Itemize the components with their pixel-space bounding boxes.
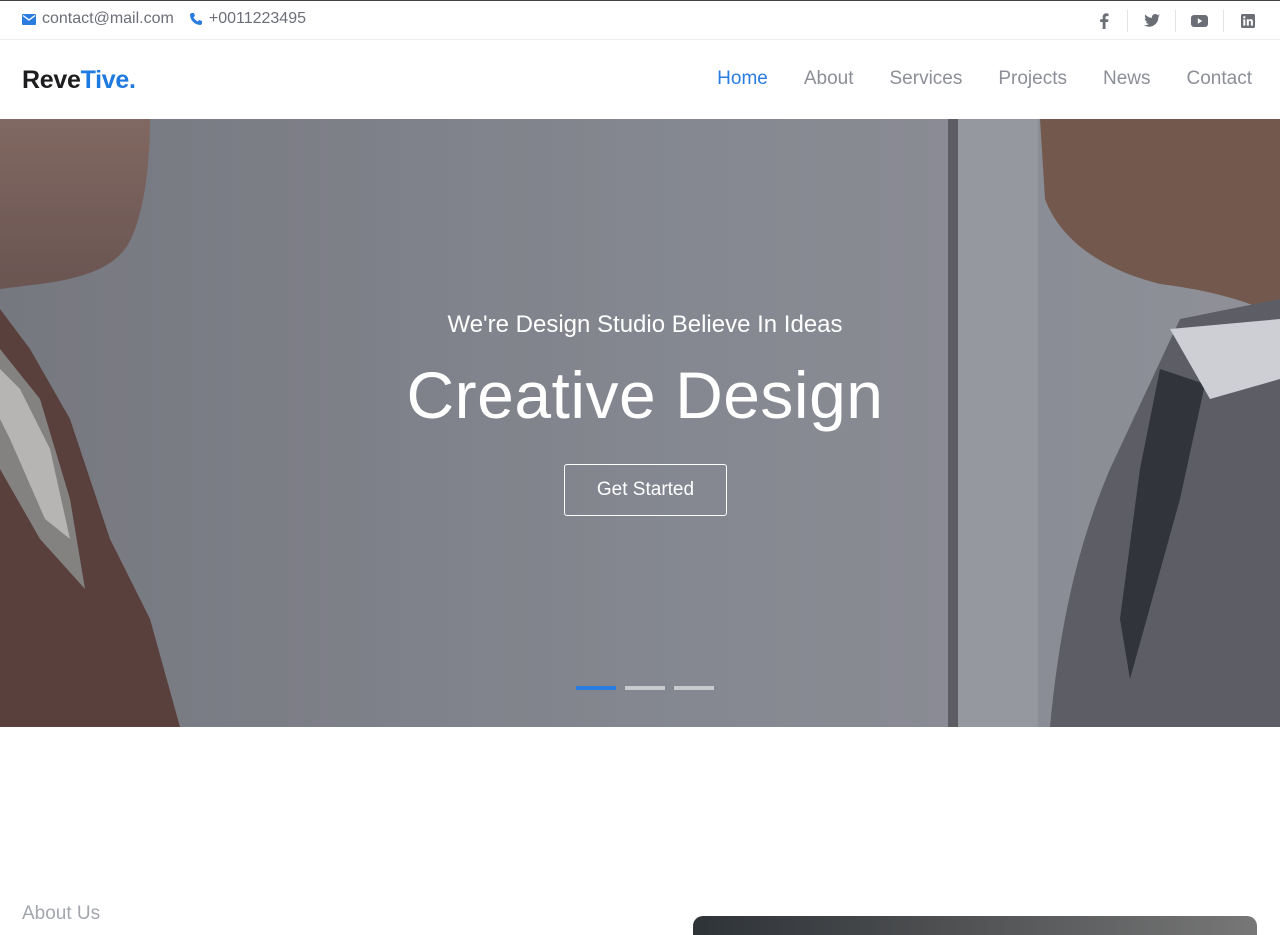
nav-news[interactable]: News	[1103, 68, 1151, 90]
slide-dot[interactable]	[576, 686, 616, 690]
logo-part2: Tive.	[80, 66, 136, 94]
about-image	[693, 916, 1257, 935]
mail-icon	[22, 13, 36, 25]
slider-pagination	[576, 686, 723, 690]
phone-icon	[189, 13, 202, 25]
contact-info: contact@mail.com +0011223495	[22, 10, 321, 28]
about-section-label: About Us	[22, 903, 101, 924]
email-link[interactable]: contact@mail.com	[22, 10, 174, 28]
slide-dot[interactable]	[625, 686, 665, 690]
nav-services[interactable]: Services	[890, 68, 963, 90]
main-nav: Home About Services Projects News Contac…	[681, 68, 1252, 90]
email-text: contact@mail.com	[42, 10, 174, 27]
twitter-link[interactable]	[1128, 9, 1176, 32]
youtube-icon	[1191, 14, 1208, 27]
youtube-link[interactable]	[1176, 9, 1224, 32]
nav-projects[interactable]: Projects	[998, 68, 1067, 90]
hero-subtitle: We're Design Studio Believe In Ideas	[447, 311, 843, 338]
linkedin-link[interactable]	[1224, 10, 1280, 32]
slide-dot[interactable]	[674, 686, 714, 690]
social-links	[1080, 1, 1280, 40]
get-started-button[interactable]: Get Started	[564, 464, 727, 516]
facebook-icon	[1099, 12, 1108, 29]
twitter-icon	[1143, 14, 1160, 27]
hero-slider: We're Design Studio Believe In Ideas Cre…	[0, 119, 1280, 727]
top-bar: contact@mail.com +0011223495	[0, 0, 1280, 40]
nav-about[interactable]: About	[804, 68, 854, 90]
phone-link[interactable]: +0011223495	[189, 10, 306, 28]
nav-home[interactable]: Home	[717, 68, 768, 90]
facebook-link[interactable]	[1080, 9, 1128, 32]
logo-part1: Reve	[22, 66, 81, 94]
logo[interactable]: ReveTive.	[22, 66, 136, 95]
hero-title: Creative Design	[406, 358, 884, 432]
linkedin-icon	[1241, 13, 1255, 28]
nav-contact[interactable]: Contact	[1187, 68, 1252, 90]
phone-text: +0011223495	[208, 10, 306, 27]
site-header: ReveTive. Home About Services Projects N…	[0, 40, 1280, 119]
